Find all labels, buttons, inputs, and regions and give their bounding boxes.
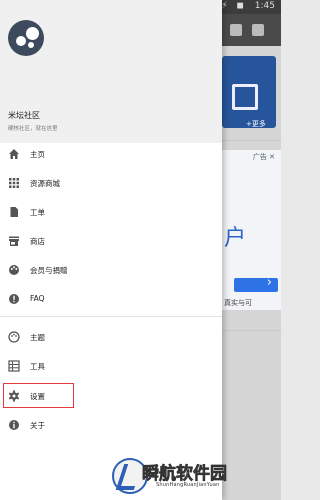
ad-footer: 真实与可 [224, 299, 252, 307]
info-icon [9, 294, 19, 304]
theme-icon [8, 331, 20, 343]
menu-item-theme[interactable]: 主题 [0, 323, 222, 352]
ad-arrow-button [234, 275, 278, 292]
drawer-header: 米坛社区 硬核社区，就在这里 [0, 0, 222, 143]
file-icon [10, 207, 18, 217]
menu-item-label: 商店 [30, 237, 45, 246]
background-ad: 广告 ✕ 户 真实与可 [222, 150, 281, 310]
menu-item-label: 会员与捐赠 [30, 266, 68, 275]
background-divider [222, 140, 281, 141]
app-tagline: 硬核社区，就在这里 [8, 126, 58, 132]
background-divider [222, 330, 281, 331]
menu-item-label: 资源商城 [30, 179, 60, 188]
ad-label: 广告 ✕ [252, 153, 275, 161]
menu-item-label: 主页 [30, 150, 45, 159]
menu-item-label: 关于 [30, 421, 45, 430]
menu-item-home[interactable]: 主页 [0, 140, 222, 169]
banner-glyph-icon [232, 84, 258, 110]
menu-item-resource-mall[interactable]: 资源商城 [0, 169, 222, 198]
menu-item-faq[interactable]: FAQ [0, 285, 222, 314]
ad-big-text: 户 [224, 226, 247, 251]
table-icon [8, 360, 20, 372]
menu-item-membership[interactable]: 会员与捐赠 [0, 256, 222, 285]
menu-item-label: 工单 [30, 208, 45, 217]
menu-item-label: 工具 [30, 362, 45, 371]
background-toolbar [222, 14, 281, 46]
watermark: 瞬航软件园 ShunHangRuanJianYuan [112, 450, 282, 500]
store-icon [9, 236, 19, 246]
grid-icon [9, 178, 19, 188]
menu-item-label: FAQ [30, 294, 45, 303]
background-banner [222, 56, 276, 128]
watermark-title: 瞬航软件园 [142, 464, 228, 485]
settings-highlight-box [3, 383, 74, 408]
toolbar-square-icon [230, 24, 242, 36]
app-logo-icon[interactable] [8, 20, 44, 56]
navigation-drawer: 米坛社区 硬核社区，就在这里 主页 资源商城 工单 商店 会员与捐赠 FAQ 主… [0, 0, 222, 500]
toolbar-menu-icon [252, 24, 264, 36]
menu-item-tools[interactable]: 工具 [0, 352, 222, 381]
palette-icon [9, 265, 19, 275]
menu-item-about[interactable]: 关于 [0, 411, 222, 440]
menu-item-label: 主题 [30, 333, 45, 342]
menu-divider [0, 316, 222, 317]
status-time: 1:45 [254, 1, 275, 11]
menu-item-store[interactable]: 商店 [0, 227, 222, 256]
app-name: 米坛社区 [8, 111, 40, 120]
more-link: +更多 [246, 120, 266, 128]
about-icon [9, 420, 19, 430]
watermark-subtitle: ShunHangRuanJianYuan [156, 482, 220, 488]
menu-item-ticket[interactable]: 工单 [0, 198, 222, 227]
home-icon [9, 149, 19, 159]
